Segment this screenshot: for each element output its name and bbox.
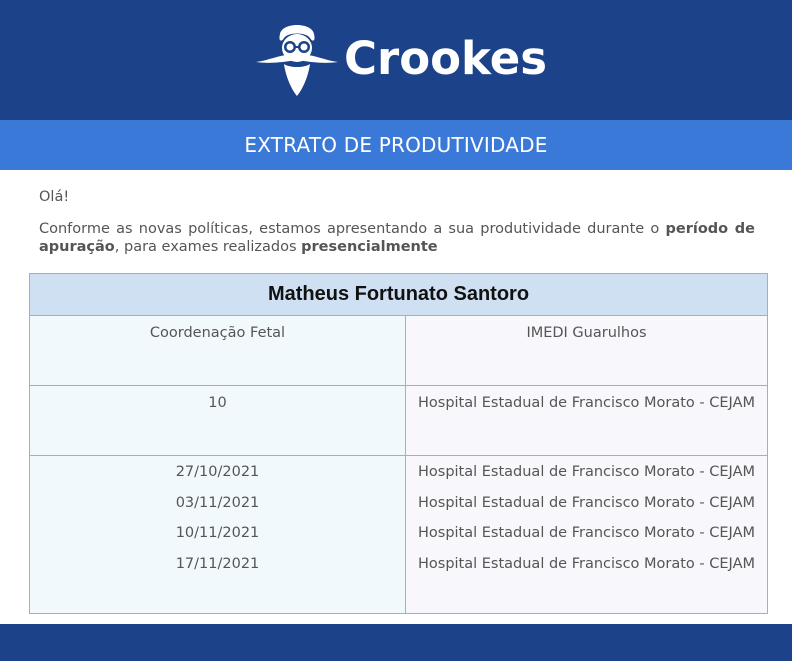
productivity-table: Matheus Fortunato Santoro Coordenação Fe… (29, 273, 768, 614)
intro-paragraph: Conforme as novas políticas, estamos apr… (39, 220, 755, 256)
banner-title: EXTRATO DE PRODUTIVIDADE (0, 120, 792, 170)
doctor-name: Matheus Fortunato Santoro (30, 274, 767, 316)
brand-name: Crookes (344, 32, 548, 85)
entry-place: Hospital Estadual de Francisco Morato - … (417, 556, 755, 572)
entry-date: 10/11/2021 (175, 525, 260, 541)
hospital-cell: Hospital Estadual de Francisco Morato - … (417, 395, 755, 411)
greeting-text: Olá! (39, 189, 70, 205)
intro-text-part1: Conforme as novas políticas, estamos apr… (39, 221, 666, 237)
unit-cell: IMEDI Guarulhos (526, 325, 647, 341)
entry-date: 27/10/2021 (175, 464, 260, 480)
footer (0, 624, 792, 661)
entry-place: Hospital Estadual de Francisco Morato - … (417, 525, 755, 541)
intro-bold-presencial: presencialmente (301, 239, 438, 255)
header: Crookes (0, 0, 792, 120)
row-divider (30, 385, 767, 386)
entry-date: 03/11/2021 (175, 495, 260, 511)
intro-text-part2: , para exames realizados (114, 239, 302, 255)
bearded-scientist-logo-icon (256, 25, 338, 96)
crookes-logo: Crookes (254, 20, 554, 100)
department-cell: Coordenação Fetal (149, 325, 286, 341)
entry-place: Hospital Estadual de Francisco Morato - … (417, 495, 755, 511)
entry-date: 17/11/2021 (175, 556, 260, 572)
row-divider (30, 455, 767, 456)
exam-count-cell: 10 (208, 395, 227, 411)
entry-place: Hospital Estadual de Francisco Morato - … (417, 464, 755, 480)
